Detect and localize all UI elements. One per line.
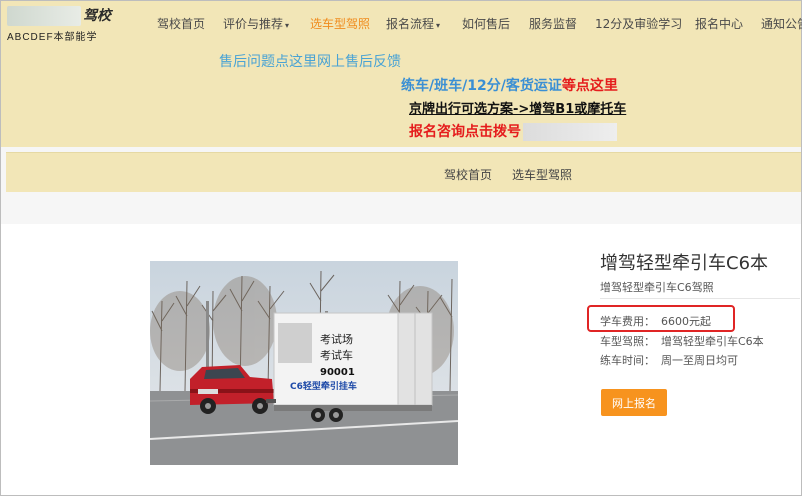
product-photo: 考试场 考试车 90001 C6轻型牵引挂车 [150, 261, 458, 465]
nav-item[interactable]: 如何售后 [462, 15, 510, 32]
beijing-plate-link[interactable]: 京牌出行可选方案->增驾B1或摩托车 [1, 98, 801, 117]
click-here-text: 等点这里 [561, 78, 618, 94]
nav-item-label: 报名中心 [695, 17, 744, 31]
nav-item-label: 12分及审验学习 [595, 17, 683, 31]
phone-number-blurred [523, 123, 617, 141]
fee-highlight-box [587, 305, 735, 332]
nav-item[interactable]: 通知公告 [761, 15, 802, 32]
nav-item[interactable]: 报名流程 ▾ [386, 15, 440, 32]
chevron-down-icon: ▾ [436, 21, 441, 30]
announcement-banner: 售后问题点这里网上售后反馈 练车/班车/12分/客货运证等点这里 京牌出行可选方… [1, 45, 801, 147]
nav-item[interactable]: 报名中心 [695, 15, 743, 32]
breadcrumb-current[interactable]: 选车型驾照 [512, 166, 572, 183]
practice-time-value: 周一至周日均可 [661, 354, 738, 367]
chevron-down-icon: ▾ [285, 21, 290, 30]
nav-item[interactable]: 服务监督 [529, 15, 577, 32]
practice-time-row: 练车时间： 周一至周日均可 [600, 352, 738, 368]
trailer-number: 90001 [320, 367, 355, 378]
logo-subtext: ABCDEF本部能学 [7, 32, 98, 43]
online-signup-button[interactable]: 网上报名 [601, 389, 667, 416]
logo-script-text: 驾校 [83, 8, 111, 24]
call-consult-text: 报名咨询点击拨号 [409, 124, 521, 140]
license-type-label: 车型驾照： [600, 335, 655, 348]
nav-item-label: 服务监督 [529, 17, 578, 31]
trailer-text-2: 考试车 [320, 348, 353, 362]
nav-item-label: 通知公告 [761, 17, 802, 31]
info-divider [600, 298, 800, 299]
nav-item[interactable]: 选车型驾照 [310, 15, 370, 32]
nav-item-label: 评价与推荐 [223, 17, 284, 31]
practice-time-label: 练车时间： [600, 354, 655, 367]
call-consult-link[interactable]: 报名咨询点击拨号 [1, 121, 801, 141]
nav-item-label: 选车型驾照 [310, 17, 371, 31]
trailer-caption: C6轻型牵引挂车 [290, 380, 357, 392]
product-subtitle: 增驾轻型牵引车C6驾照 [600, 281, 714, 294]
top-nav: 驾校 ABCDEF本部能学 驾校首页 评价与推荐 ▾ 选车型驾照 报名流程 ▾ 如何售后 服务… [1, 1, 802, 45]
nav-item[interactable]: 评价与推荐 ▾ [223, 15, 289, 32]
license-type-row: 车型驾照： 增驾轻型牵引车C6本 [600, 333, 764, 349]
breadcrumb-home[interactable]: 驾校首页 [444, 166, 492, 183]
license-type-value: 增驾轻型牵引车C6本 [661, 335, 764, 348]
breadcrumb: 驾校首页 选车型驾照 [6, 152, 801, 192]
logo-blurred-area [7, 6, 81, 26]
nav-item[interactable]: 驾校首页 [157, 15, 205, 32]
training-services-text: 练车/班车/12分/客货运证 [401, 78, 562, 94]
after-sales-feedback-link[interactable]: 售后问题点这里网上售后反馈 [1, 51, 801, 71]
training-services-link[interactable]: 练车/班车/12分/客货运证等点这里 [1, 75, 801, 95]
nav-item[interactable]: 12分及审验学习 [595, 15, 682, 32]
nav-item-label: 报名流程 [386, 17, 435, 31]
site-logo[interactable]: 驾校 ABCDEF本部能学 [7, 5, 127, 43]
nav-item-label: 驾校首页 [157, 17, 206, 31]
product-title: 增驾轻型牵引车C6本 [600, 253, 769, 274]
trailer-text-1: 考试场 [320, 332, 353, 346]
nav-item-label: 如何售后 [462, 17, 511, 31]
